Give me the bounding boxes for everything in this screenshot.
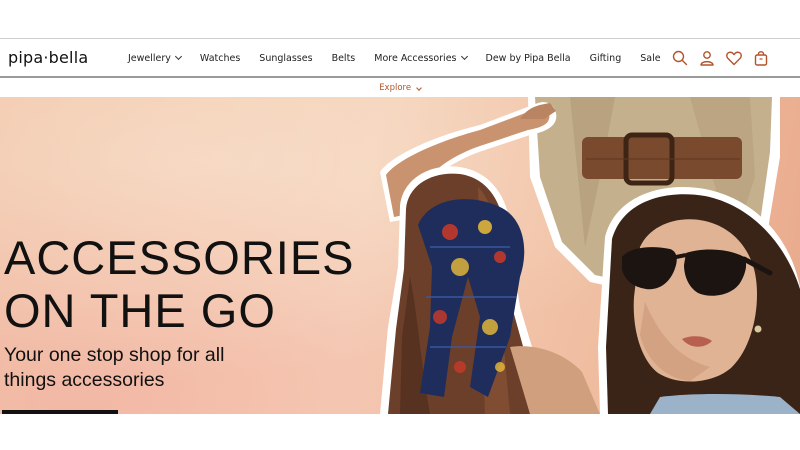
top-whitespace [0,0,800,38]
nav-item-dew-by-pipa-bella[interactable]: Dew by Pipa Bella [486,53,571,64]
nav-item-label: Gifting [589,52,622,64]
brand-logo[interactable]: pipa·bella [8,48,88,67]
cart-bag-icon[interactable] [752,49,770,67]
search-icon[interactable] [671,49,689,67]
hero-title: ACCESSORIES ON THE GO [4,231,355,337]
nav-item-label: More Accessories [374,52,457,64]
chevron-down-icon [174,52,182,61]
nav-item-label: Sunglasses [259,52,313,64]
explore-label: Explore [379,83,412,93]
nav-item-gifting[interactable]: Gifting [590,53,622,64]
nav-item-label: Belts [331,52,356,64]
nav-item-jewellery[interactable]: Jewellery [128,52,182,64]
explore-toggle[interactable]: Explore [0,80,800,96]
wishlist-heart-icon[interactable] [725,49,743,67]
hero-title-line: ON THE GO [4,284,276,337]
nav-item-label: Dew by Pipa Bella [485,52,571,64]
nav-item-label: Jewellery [128,52,171,64]
nav-item-label: Sale [640,52,661,64]
header-icons [662,49,770,67]
chevron-down-icon [460,52,468,61]
nav-item-watches[interactable]: Watches [200,53,240,64]
main-nav: Jewellery Watches Sunglasses Belts More … [128,39,680,77]
bottom-whitespace [0,414,800,450]
nav-item-more-accessories[interactable]: More Accessories [374,52,468,64]
nav-item-belts[interactable]: Belts [332,53,356,64]
nav-item-sunglasses[interactable]: Sunglasses [259,53,312,64]
hero-banner[interactable]: ACCESSORIES ON THE GO Your one stop shop… [0,97,800,414]
site-header: pipa·bella Jewellery Watches Sunglasses … [0,38,800,78]
nav-item-label: Watches [199,52,241,64]
hero-title-line: ACCESSORIES [4,231,355,284]
chevron-down-icon [415,85,422,91]
hero-collage-image [380,97,800,414]
nav-item-sale[interactable]: Sale [640,53,660,64]
account-icon[interactable] [698,49,716,67]
hero-subtitle: Your one stop shop for all things access… [4,344,225,391]
